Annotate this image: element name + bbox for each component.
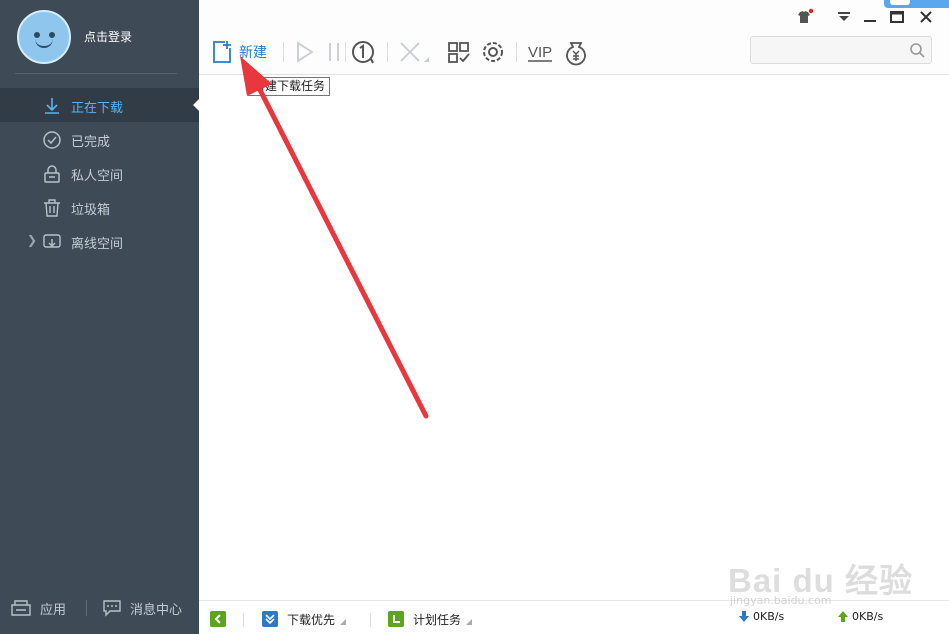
- download-priority-label: 下载优先: [287, 612, 336, 627]
- money-bag-icon[interactable]: [563, 38, 589, 66]
- caret-icon: [466, 619, 473, 625]
- delete-icon[interactable]: [397, 38, 433, 66]
- sidebar-footer: 应用 消息中心: [0, 592, 199, 626]
- app-window: 点击登录 正在下载 已完成 私人空间 垃圾箱 ❯ 离线空间 应用 消息中心 新建…: [0, 0, 949, 634]
- arrow-down-icon: [739, 611, 749, 622]
- clock-icon: [388, 611, 404, 627]
- sidebar: 点击登录 正在下载 已完成 私人空间 垃圾箱 ❯ 离线空间 应用 消息中心: [0, 0, 200, 634]
- chevron-left-icon: [210, 611, 226, 627]
- scheduled-task-label: 计划任务: [413, 612, 462, 627]
- check-circle-icon: [43, 131, 61, 149]
- status-bar: 下载优先 计划任务 0KB/s 0KB/s: [199, 600, 949, 634]
- sidebar-divider: [15, 73, 177, 74]
- toolbar-separator: [283, 42, 284, 62]
- sidebar-item-label: 私人空间: [71, 169, 124, 184]
- maximize-icon[interactable]: [888, 8, 906, 26]
- message-center-label: 消息中心: [130, 602, 183, 618]
- apps-button[interactable]: 应用: [10, 598, 66, 618]
- collapse-sidebar-button[interactable]: [210, 610, 226, 628]
- toolbar-separator: [387, 42, 388, 62]
- sidebar-item-label: 垃圾箱: [71, 203, 111, 218]
- sidebar-item-downloading[interactable]: 正在下载: [0, 88, 200, 122]
- footer-separator: [86, 600, 87, 616]
- chat-bubble-icon: [103, 600, 121, 617]
- skin-icon[interactable]: [795, 8, 813, 26]
- trash-icon: [44, 199, 60, 217]
- cloud-download-icon: [43, 234, 61, 248]
- speed-limit-icon[interactable]: [350, 38, 376, 66]
- toolbar-separator: [516, 42, 517, 62]
- toolbar: 新建 VIP: [199, 0, 949, 75]
- lock-icon: [44, 165, 60, 183]
- scheduled-task-button[interactable]: 计划任务: [388, 610, 473, 628]
- search-input[interactable]: [757, 41, 905, 59]
- sidebar-item-offline[interactable]: ❯ 离线空间: [0, 224, 199, 258]
- avatar[interactable]: [17, 10, 71, 64]
- caret-icon: [340, 619, 347, 625]
- menu-dropdown-icon[interactable]: [835, 8, 853, 26]
- arrow-up-icon: [838, 611, 848, 622]
- play-icon[interactable]: [293, 38, 317, 66]
- sidebar-item-label: 离线空间: [71, 237, 124, 252]
- sidebar-item-label: 正在下载: [71, 101, 124, 116]
- close-icon[interactable]: [917, 8, 935, 26]
- upload-speed-value: 0KB/s: [852, 610, 884, 623]
- download-list-area[interactable]: [199, 76, 949, 596]
- vip-icon[interactable]: VIP: [525, 38, 555, 66]
- new-task-tooltip: 新建下载任务: [248, 77, 331, 96]
- avatar-eye-right: [49, 32, 55, 38]
- new-task-button[interactable]: 新建: [211, 38, 273, 66]
- message-center-button[interactable]: 消息中心: [102, 598, 182, 618]
- apps-label: 应用: [40, 602, 67, 618]
- download-priority-button[interactable]: 下载优先: [262, 610, 347, 628]
- statusbar-separator: [243, 613, 244, 627]
- download-icon: [45, 98, 59, 114]
- settings-gear-icon[interactable]: [480, 38, 506, 66]
- new-task-label: 新建: [239, 45, 267, 61]
- avatar-eye-left: [34, 32, 40, 38]
- download-speed-value: 0KB/s: [753, 610, 785, 623]
- apps-icon: [11, 600, 31, 616]
- search-box: [750, 36, 932, 64]
- grid-view-icon[interactable]: [446, 38, 472, 66]
- new-file-icon: [213, 41, 231, 63]
- upload-speed: 0KB/s: [837, 610, 883, 623]
- search-icon[interactable]: [909, 42, 925, 58]
- sidebar-item-completed[interactable]: 已完成: [0, 122, 199, 156]
- minimize-icon[interactable]: [861, 8, 879, 26]
- pause-icon[interactable]: [325, 38, 343, 66]
- chevron-right-icon[interactable]: ❯: [27, 233, 37, 247]
- toolbar-separator: [345, 42, 346, 62]
- avatar-mouth: [35, 39, 53, 48]
- statusbar-separator: [370, 613, 371, 627]
- sidebar-item-private[interactable]: 私人空间: [0, 156, 199, 190]
- corner-badge[interactable]: [884, 0, 949, 8]
- download-speed: 0KB/s: [738, 610, 784, 623]
- sidebar-item-trash[interactable]: 垃圾箱: [0, 190, 199, 224]
- sidebar-item-label: 已完成: [71, 135, 111, 150]
- vip-label: VIP: [528, 44, 552, 61]
- login-link[interactable]: 点击登录: [84, 28, 132, 45]
- priority-icon: [262, 611, 278, 627]
